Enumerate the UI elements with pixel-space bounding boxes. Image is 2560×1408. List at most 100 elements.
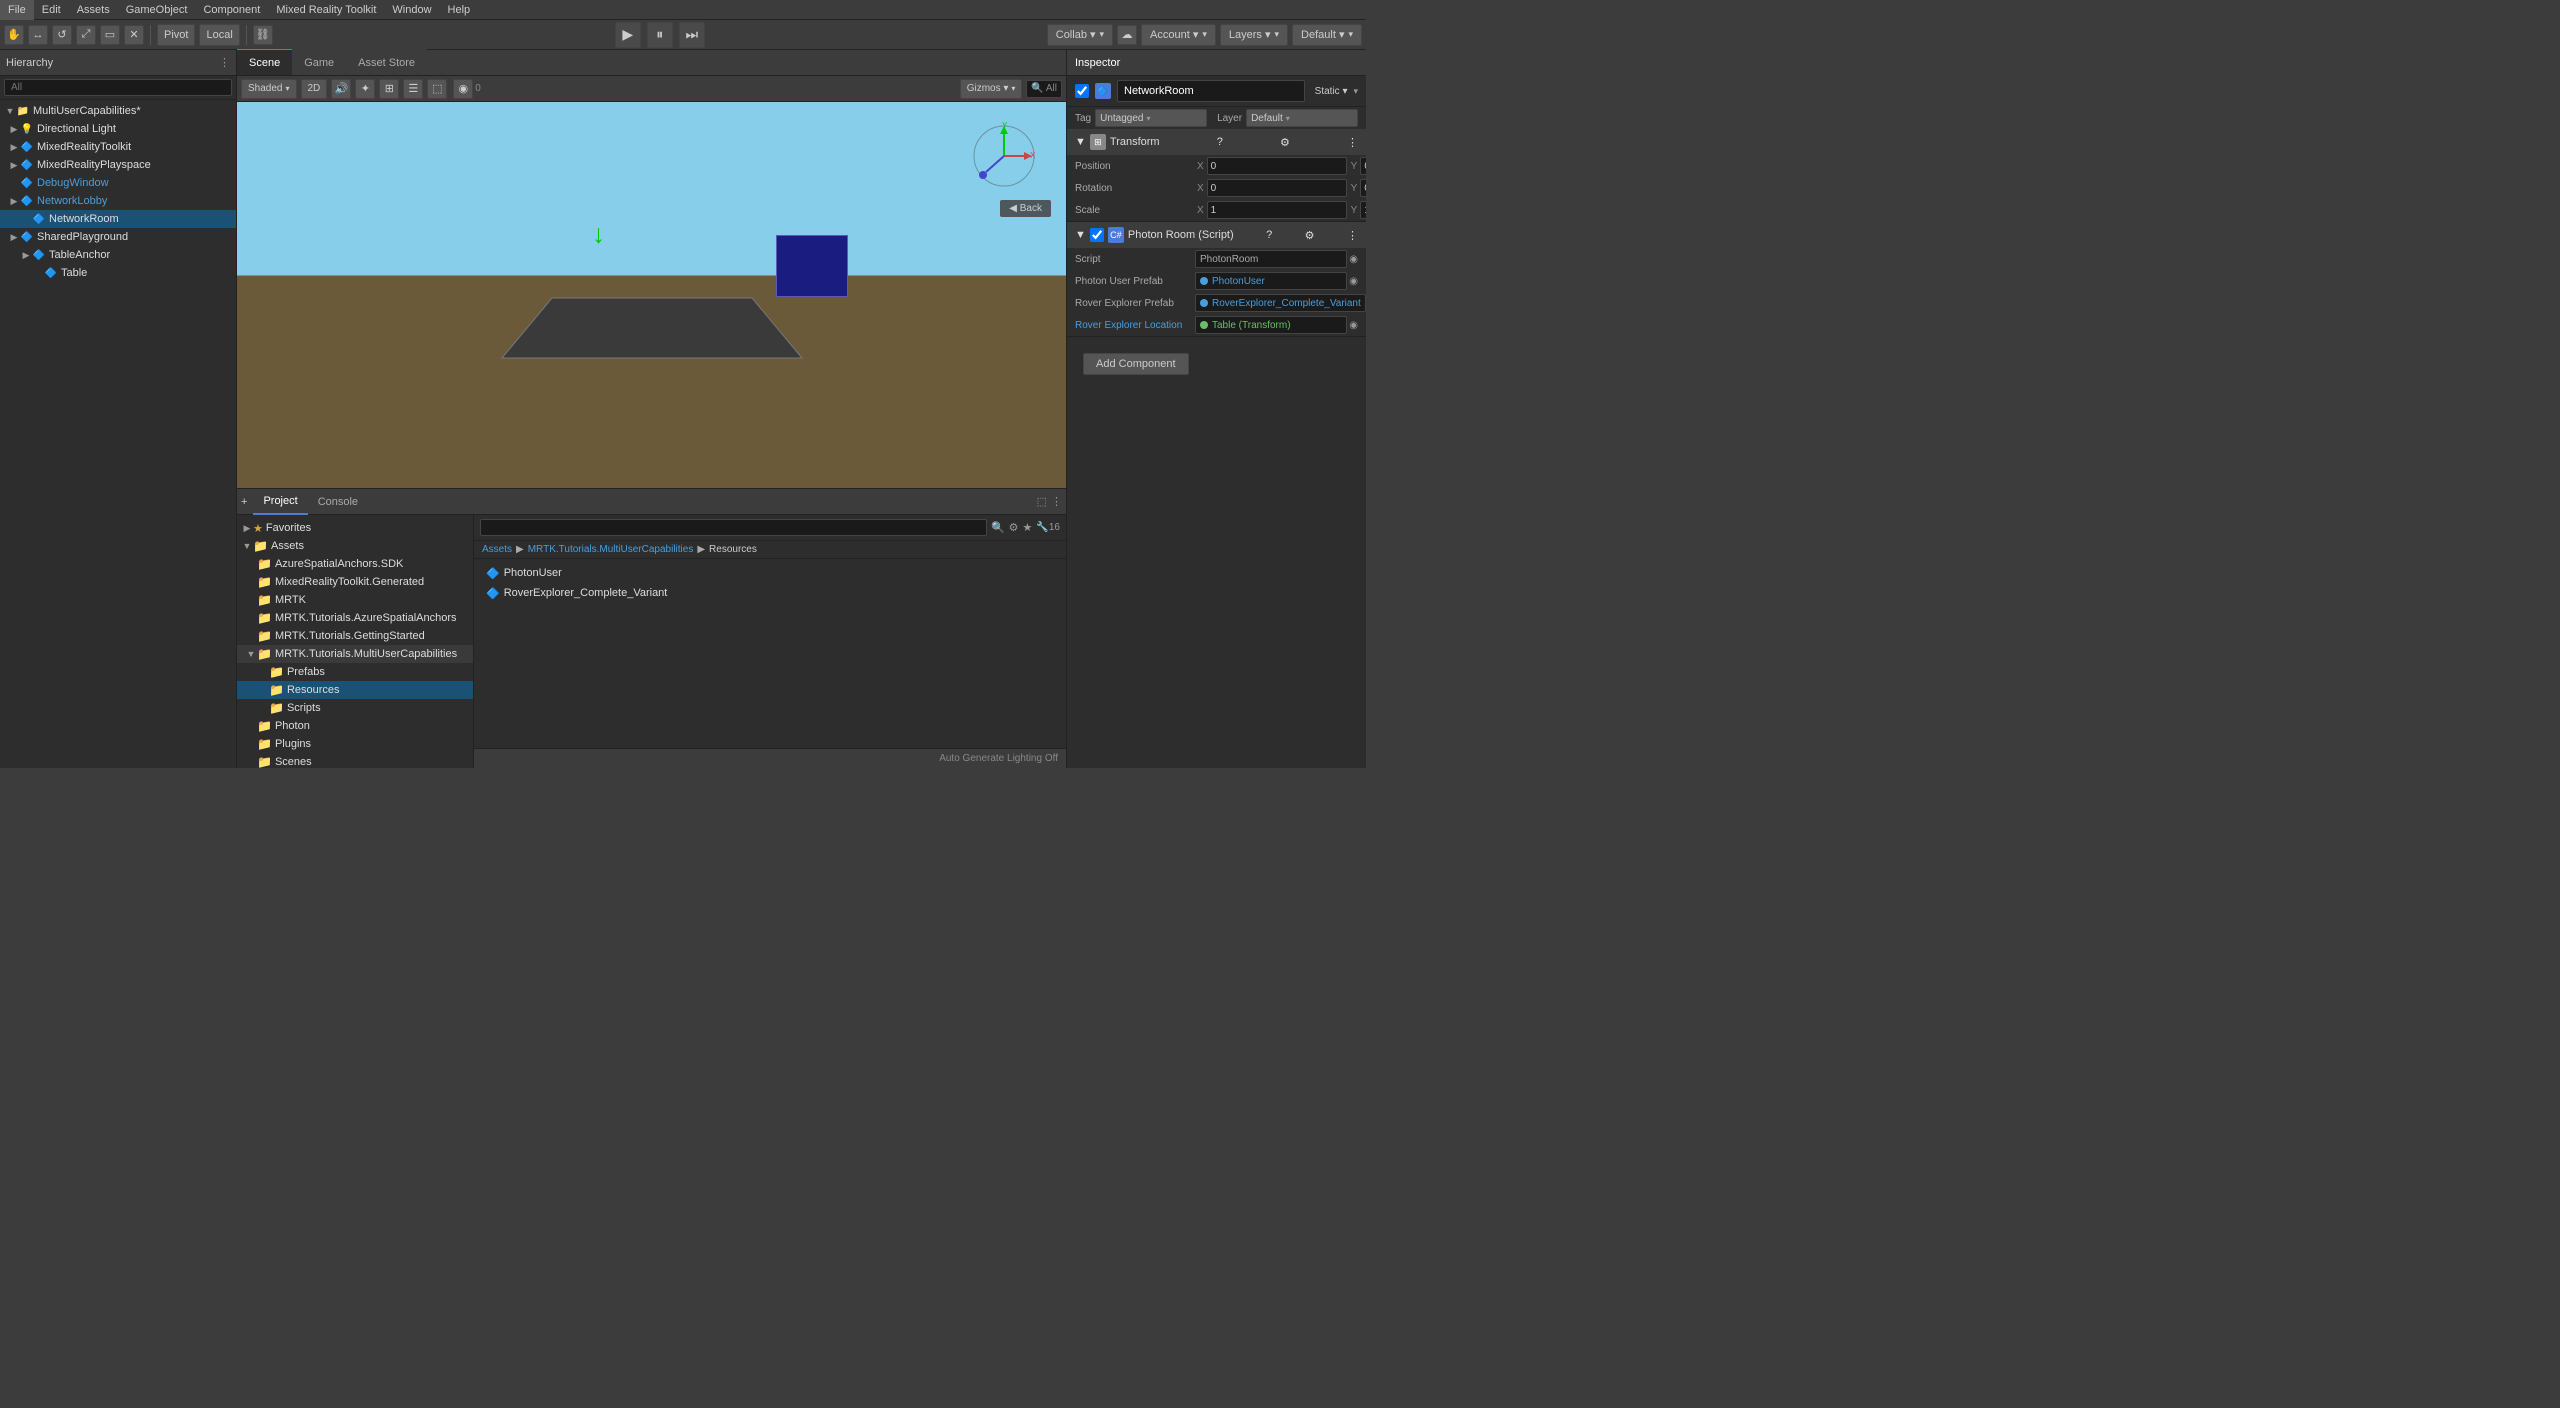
- layer-dropdown[interactable]: Default: [1246, 109, 1358, 127]
- scene-icon2[interactable]: ☰: [403, 79, 423, 99]
- tool-transform[interactable]: ✕: [124, 25, 144, 45]
- hierarchy-item-sharedplayground[interactable]: ▶ 🔷 SharedPlayground: [0, 228, 236, 246]
- effects-btn[interactable]: ✦: [355, 79, 375, 99]
- hierarchy-item-tableanchor[interactable]: ▶ 🔷 TableAnchor: [0, 246, 236, 264]
- sidebar-resources[interactable]: 📁 Resources: [237, 681, 473, 699]
- shading-dropdown[interactable]: Shaded: [241, 79, 297, 99]
- gizmos-dropdown[interactable]: Gizmos ▾: [960, 79, 1023, 99]
- sidebar-assets[interactable]: ▼ 📁 Assets: [237, 537, 473, 555]
- sidebar-favorites[interactable]: ▶ ★ Favorites: [237, 519, 473, 537]
- local-btn[interactable]: Local: [199, 24, 239, 46]
- tab-project[interactable]: Project: [253, 489, 307, 515]
- pivot-btn[interactable]: Pivot: [157, 24, 195, 46]
- scene-view[interactable]: ↑ → ☁: [237, 102, 1066, 488]
- hierarchy-root[interactable]: ▼ 📁 MultiUserCapabilities*: [0, 102, 236, 120]
- photon-title-bar[interactable]: ▼ C# Photon Room (Script) ? ⚙ ⋮: [1067, 222, 1366, 248]
- project-search-input[interactable]: [480, 519, 987, 536]
- cloud-icon[interactable]: ☁: [1117, 25, 1137, 45]
- favorite-icon[interactable]: ★: [1023, 521, 1033, 534]
- file-photonuser[interactable]: 🔷 PhotonUser: [482, 563, 1058, 583]
- layout-dropdown[interactable]: Default ▾: [1292, 24, 1362, 46]
- audio-btn[interactable]: 🔊: [331, 79, 351, 99]
- photon-user-circle[interactable]: ◉: [1349, 276, 1358, 287]
- menu-file[interactable]: File: [0, 0, 34, 20]
- sidebar-scenes[interactable]: 📁 Scenes: [237, 753, 473, 768]
- add-btn[interactable]: +: [241, 496, 247, 508]
- menu-mrtk[interactable]: Mixed Reality Toolkit: [268, 0, 384, 20]
- menu-gameobject[interactable]: GameObject: [118, 0, 196, 20]
- link-icon[interactable]: ⛓: [253, 25, 273, 45]
- tag-dropdown[interactable]: Untagged: [1095, 109, 1207, 127]
- rover-prefab-ref[interactable]: RoverExplorer_Complete_Variant: [1195, 294, 1366, 312]
- tool-rect[interactable]: ▭: [100, 25, 120, 45]
- scale-x-input[interactable]: [1207, 201, 1347, 219]
- tab-scene[interactable]: Scene: [237, 49, 292, 75]
- breadcrumb-resources[interactable]: Resources: [709, 544, 757, 555]
- script-circle[interactable]: ◉: [1349, 254, 1358, 265]
- hierarchy-item-mrplayspace[interactable]: ▶ 🔷 MixedRealityPlayspace: [0, 156, 236, 174]
- transform-title-bar[interactable]: ▼ ⊞ Transform ? ⚙ ⋮: [1067, 129, 1366, 155]
- sidebar-mrtk-getting[interactable]: 📁 MRTK.Tutorials.GettingStarted: [237, 627, 473, 645]
- photon-more[interactable]: ⋮: [1347, 229, 1358, 242]
- hierarchy-item-debugwindow[interactable]: 🔷 DebugWindow: [0, 174, 236, 192]
- tab-asset-store[interactable]: Asset Store: [346, 49, 427, 75]
- hierarchy-item-mrtk[interactable]: ▶ 🔷 MixedRealityToolkit: [0, 138, 236, 156]
- object-name-field[interactable]: [1117, 80, 1305, 102]
- rot-x-input[interactable]: [1207, 179, 1347, 197]
- transform-more[interactable]: ⋮: [1347, 136, 1358, 149]
- scale-y-input[interactable]: [1360, 201, 1366, 219]
- mode-2d-btn[interactable]: 2D: [301, 79, 328, 99]
- transform-help[interactable]: ?: [1217, 136, 1223, 148]
- bottom-more[interactable]: ⋮: [1051, 495, 1062, 508]
- filter-icon[interactable]: ⚙: [1009, 521, 1019, 534]
- rot-y-input[interactable]: [1360, 179, 1366, 197]
- sidebar-scripts[interactable]: 📁 Scripts: [237, 699, 473, 717]
- step-btn[interactable]: ⏭: [679, 22, 705, 48]
- menu-window[interactable]: Window: [384, 0, 439, 20]
- tool-hand[interactable]: ✋: [4, 25, 24, 45]
- pause-btn[interactable]: ⏸: [647, 22, 673, 48]
- script-ref[interactable]: PhotonRoom: [1195, 250, 1347, 268]
- pos-x-input[interactable]: [1207, 157, 1347, 175]
- photon-gear[interactable]: ⚙: [1305, 229, 1315, 242]
- sidebar-mrtk-azure[interactable]: 📁 MRTK.Tutorials.AzureSpatialAnchors: [237, 609, 473, 627]
- hierarchy-item-directional-light[interactable]: ▶ 💡 Directional Light: [0, 120, 236, 138]
- transform-gear[interactable]: ⚙: [1280, 136, 1290, 149]
- static-arrow[interactable]: ▾: [1353, 86, 1358, 97]
- account-dropdown[interactable]: Account ▾: [1141, 24, 1216, 46]
- tool-move[interactable]: ↔: [28, 25, 48, 45]
- photon-help[interactable]: ?: [1266, 229, 1272, 241]
- photon-user-ref[interactable]: PhotonUser: [1195, 272, 1347, 290]
- tool-rotate[interactable]: ↺: [52, 25, 72, 45]
- file-roverexplorer[interactable]: 🔷 RoverExplorer_Complete_Variant: [482, 583, 1058, 603]
- play-btn[interactable]: ▶: [615, 22, 641, 48]
- scene-icon4[interactable]: ◉: [453, 79, 473, 99]
- hierarchy-item-networkroom[interactable]: 🔷 NetworkRoom: [0, 210, 236, 228]
- rover-location-circle[interactable]: ◉: [1349, 320, 1358, 331]
- menu-edit[interactable]: Edit: [34, 0, 69, 20]
- menu-component[interactable]: Component: [195, 0, 268, 20]
- scene-icon1[interactable]: ⊞: [379, 79, 399, 99]
- hierarchy-more[interactable]: ⋮: [219, 56, 230, 69]
- bottom-maximize[interactable]: ⬚: [1037, 495, 1047, 508]
- collab-dropdown[interactable]: Collab ▾: [1047, 24, 1113, 46]
- scene-icon3[interactable]: ⬚: [427, 79, 447, 99]
- object-enabled-checkbox[interactable]: [1075, 84, 1089, 98]
- menu-help[interactable]: Help: [440, 0, 479, 20]
- rover-location-ref[interactable]: Table (Transform): [1195, 316, 1347, 334]
- menu-assets[interactable]: Assets: [69, 0, 118, 20]
- breadcrumb-mrtk[interactable]: MRTK.Tutorials.MultiUserCapabilities: [528, 544, 694, 555]
- layers-dropdown[interactable]: Layers ▾: [1220, 24, 1288, 46]
- search-icon[interactable]: 🔍: [991, 521, 1005, 534]
- hierarchy-item-networklobby[interactable]: ▶ 🔷 NetworkLobby: [0, 192, 236, 210]
- photon-enabled[interactable]: [1090, 228, 1104, 242]
- add-component-btn[interactable]: Add Component: [1083, 353, 1189, 375]
- sidebar-plugins[interactable]: 📁 Plugins: [237, 735, 473, 753]
- tab-game[interactable]: Game: [292, 49, 346, 75]
- scene-back-btn[interactable]: ◀ Back: [1000, 200, 1051, 217]
- tab-console[interactable]: Console: [308, 489, 368, 515]
- sidebar-mrtk-gen[interactable]: 📁 MixedRealityToolkit.Generated: [237, 573, 473, 591]
- sidebar-mrtk-multi[interactable]: ▼ 📁 MRTK.Tutorials.MultiUserCapabilities: [237, 645, 473, 663]
- hierarchy-search-input[interactable]: [4, 79, 232, 96]
- sidebar-azure[interactable]: 📁 AzureSpatialAnchors.SDK: [237, 555, 473, 573]
